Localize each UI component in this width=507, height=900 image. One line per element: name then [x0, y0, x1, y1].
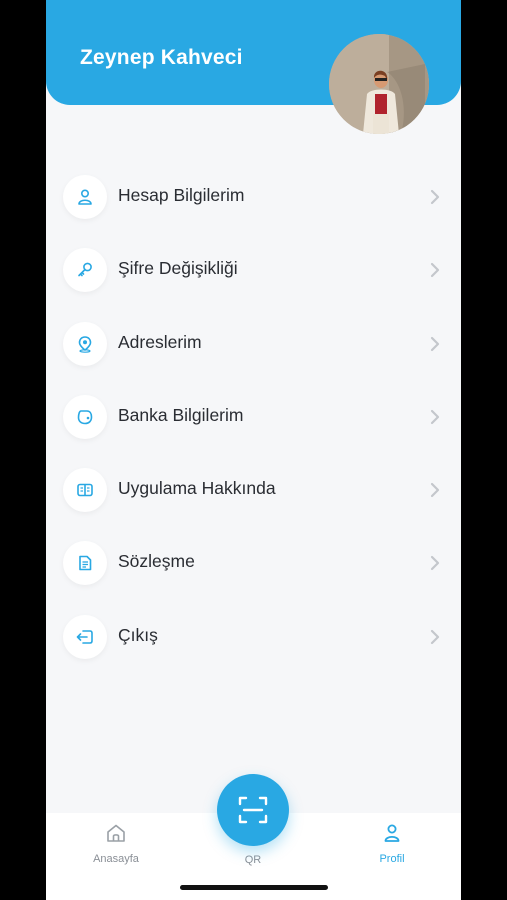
menu-item-hesap-bilgilerim[interactable]: Hesap Bilgilerim: [46, 160, 461, 233]
chevron-right-icon: [430, 189, 440, 205]
menu-item-label: Banka Bilgilerim: [118, 404, 244, 425]
qr-scan-button[interactable]: [217, 774, 289, 846]
book-icon: [63, 468, 107, 513]
home-indicator: [180, 885, 328, 890]
menu-item-label: Hesap Bilgilerim: [118, 185, 245, 205]
tab-qr[interactable]: QR: [208, 849, 298, 866]
profile-menu: Hesap Bilgilerim Şifre Değişikliği Adres…: [46, 160, 461, 673]
user-name: Zeynep Kahveci: [80, 46, 243, 69]
menu-item-label: Şifre Değişikliği: [118, 258, 238, 279]
key-icon: [63, 248, 107, 293]
tab-profile[interactable]: Profil: [347, 823, 437, 865]
tab-home[interactable]: Anasayfa: [71, 823, 161, 865]
menu-item-sozlesme[interactable]: Sözleşme: [46, 526, 461, 599]
menu-item-label: Uygulama Hakkında: [118, 478, 276, 499]
tab-home-label: Anasayfa: [93, 853, 139, 865]
chevron-right-icon: [430, 629, 440, 644]
menu-item-banka-bilgilerim[interactable]: Banka Bilgilerim: [46, 380, 461, 453]
document-icon: [63, 541, 107, 586]
menu-item-sifre-degisikligi[interactable]: Şifre Değişikliği: [46, 233, 461, 306]
logout-icon: [63, 614, 107, 659]
home-icon: [107, 824, 125, 842]
menu-item-label: Sözleşme: [118, 551, 195, 572]
avatar[interactable]: [329, 34, 429, 134]
menu-item-label: Adreslerim: [118, 331, 202, 352]
wallet-icon: [63, 394, 107, 439]
user-icon: [63, 175, 107, 219]
avatar-photo: [329, 34, 429, 134]
tab-qr-label: QR: [244, 854, 262, 866]
profile-screen: Zeynep Kahveci Hesap Bilgilerim Şifre De…: [46, 0, 461, 900]
chevron-right-icon: [430, 483, 440, 498]
menu-item-uygulama-hakkinda[interactable]: Uygulama Hakkında: [46, 453, 461, 526]
profile-icon: [384, 824, 400, 842]
menu-item-adreslerim[interactable]: Adreslerim: [46, 307, 461, 380]
chevron-right-icon: [430, 556, 440, 571]
tab-profile-label: Profil: [379, 853, 405, 865]
qr-scan-icon: [238, 796, 268, 824]
menu-item-label: Çıkış: [118, 624, 158, 645]
location-icon: [63, 321, 107, 366]
menu-item-cikis[interactable]: Çıkış: [46, 600, 461, 673]
chevron-right-icon: [430, 409, 440, 424]
chevron-right-icon: [430, 263, 440, 278]
chevron-right-icon: [430, 336, 440, 351]
